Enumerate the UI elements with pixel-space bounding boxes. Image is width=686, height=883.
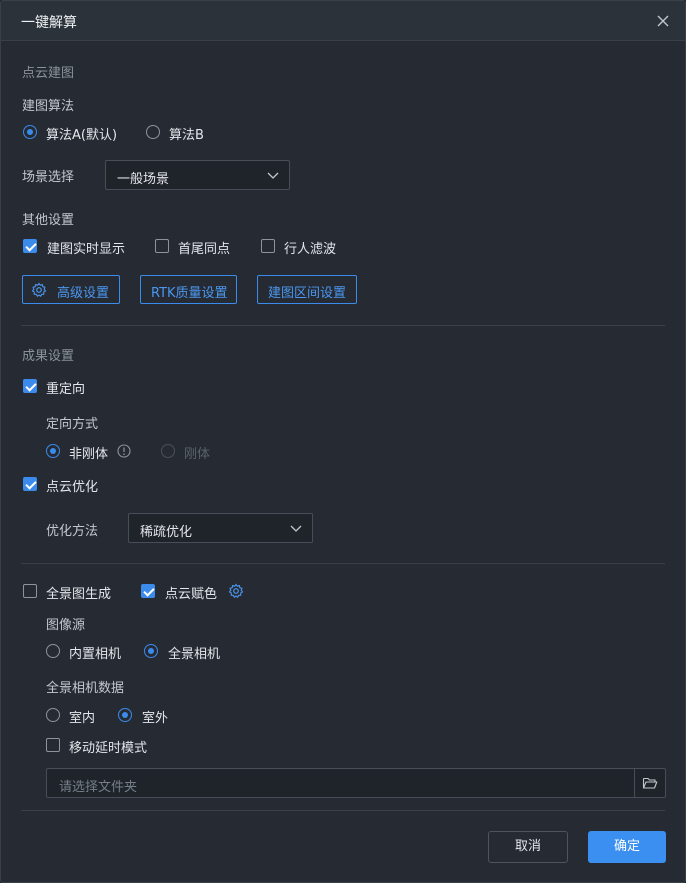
pedestrian-label[interactable]: 行人滤波 bbox=[284, 238, 336, 257]
realtime-checkbox[interactable] bbox=[23, 239, 37, 253]
colorize-label[interactable]: 点云赋色 bbox=[165, 583, 217, 602]
pano-camera-radio[interactable] bbox=[144, 644, 158, 658]
chevron-down-icon bbox=[267, 172, 279, 179]
outdoor-radio[interactable] bbox=[118, 708, 132, 722]
rtk-quality-label: RTK质量设置 bbox=[151, 286, 228, 301]
delay-mode-checkbox[interactable] bbox=[46, 738, 60, 752]
divider bbox=[21, 325, 665, 326]
algo-b-radio[interactable] bbox=[146, 125, 160, 139]
algo-a-radio[interactable] bbox=[23, 125, 37, 139]
scene-label: 场景选择 bbox=[22, 170, 75, 185]
pano-generate-label[interactable]: 全景图生成 bbox=[46, 583, 111, 602]
close-icon[interactable] bbox=[655, 13, 671, 29]
optimize-label[interactable]: 点云优化 bbox=[46, 476, 98, 495]
advanced-settings-button[interactable]: 高级设置 bbox=[22, 275, 120, 304]
chevron-down-icon bbox=[290, 525, 302, 532]
advanced-settings-label: 高级设置 bbox=[57, 286, 110, 301]
realtime-label[interactable]: 建图实时显示 bbox=[47, 238, 125, 257]
loop-label[interactable]: 首尾同点 bbox=[178, 238, 230, 257]
scene-select-value: 一般场景 bbox=[117, 172, 170, 187]
indoor-label[interactable]: 室内 bbox=[69, 707, 95, 726]
algo-a-label[interactable]: 算法A(默认) bbox=[46, 124, 117, 143]
section-result: 成果设置 bbox=[22, 349, 75, 364]
opt-method-select[interactable]: 稀疏优化 bbox=[128, 513, 313, 543]
rigid-radio bbox=[161, 444, 175, 458]
gear-icon bbox=[31, 282, 47, 298]
nonrigid-radio[interactable] bbox=[46, 444, 60, 458]
range-settings-label: 建图区间设置 bbox=[268, 286, 347, 301]
indoor-radio[interactable] bbox=[46, 708, 60, 722]
dialog: 一键解算 点云建图 建图算法 算法A(默认) 算法B 场景选择 一般场景 其他设… bbox=[0, 0, 686, 883]
image-source-label: 图像源 bbox=[46, 618, 86, 633]
opt-method-value: 稀疏优化 bbox=[140, 525, 193, 540]
orient-method-label: 定向方式 bbox=[46, 417, 99, 432]
algo-label: 建图算法 bbox=[22, 99, 75, 114]
cancel-button[interactable]: 取消 bbox=[488, 831, 568, 863]
optimize-checkbox[interactable] bbox=[23, 477, 37, 491]
opt-method-label: 优化方法 bbox=[46, 524, 99, 539]
outdoor-label[interactable]: 室外 bbox=[142, 707, 168, 726]
dialog-title: 一键解算 bbox=[21, 15, 77, 31]
folder-input-placeholder: 请选择文件夹 bbox=[59, 780, 138, 795]
folder-browse-button[interactable] bbox=[634, 769, 665, 797]
pano-camera-label[interactable]: 全景相机 bbox=[168, 643, 220, 662]
loop-checkbox[interactable] bbox=[155, 239, 169, 253]
reorient-label[interactable]: 重定向 bbox=[46, 378, 85, 397]
range-settings-button[interactable]: 建图区间设置 bbox=[257, 275, 357, 304]
builtin-camera-radio[interactable] bbox=[46, 644, 60, 658]
nonrigid-label[interactable]: 非刚体 bbox=[69, 443, 108, 462]
rtk-quality-button[interactable]: RTK质量设置 bbox=[140, 275, 237, 304]
reorient-checkbox[interactable] bbox=[23, 379, 37, 393]
pedestrian-checkbox[interactable] bbox=[261, 239, 275, 253]
scene-select[interactable]: 一般场景 bbox=[105, 160, 290, 190]
colorize-checkbox[interactable] bbox=[141, 584, 155, 598]
algo-b-label[interactable]: 算法B bbox=[169, 124, 204, 143]
builtin-camera-label[interactable]: 内置相机 bbox=[69, 643, 121, 662]
divider bbox=[21, 810, 665, 811]
info-icon[interactable] bbox=[117, 444, 131, 458]
ok-button[interactable]: 确定 bbox=[588, 831, 666, 863]
section-pointcloud: 点云建图 bbox=[22, 66, 75, 81]
gear-icon[interactable] bbox=[228, 583, 244, 599]
pano-generate-checkbox[interactable] bbox=[23, 584, 37, 598]
folder-open-icon bbox=[642, 777, 658, 789]
pano-data-label: 全景相机数据 bbox=[46, 681, 125, 696]
folder-input[interactable]: 请选择文件夹 bbox=[46, 768, 666, 798]
delay-mode-label[interactable]: 移动延时模式 bbox=[69, 737, 147, 756]
divider bbox=[21, 563, 665, 564]
other-settings-label: 其他设置 bbox=[22, 213, 75, 228]
dialog-titlebar: 一键解算 bbox=[1, 1, 685, 41]
rigid-label: 刚体 bbox=[184, 447, 211, 462]
